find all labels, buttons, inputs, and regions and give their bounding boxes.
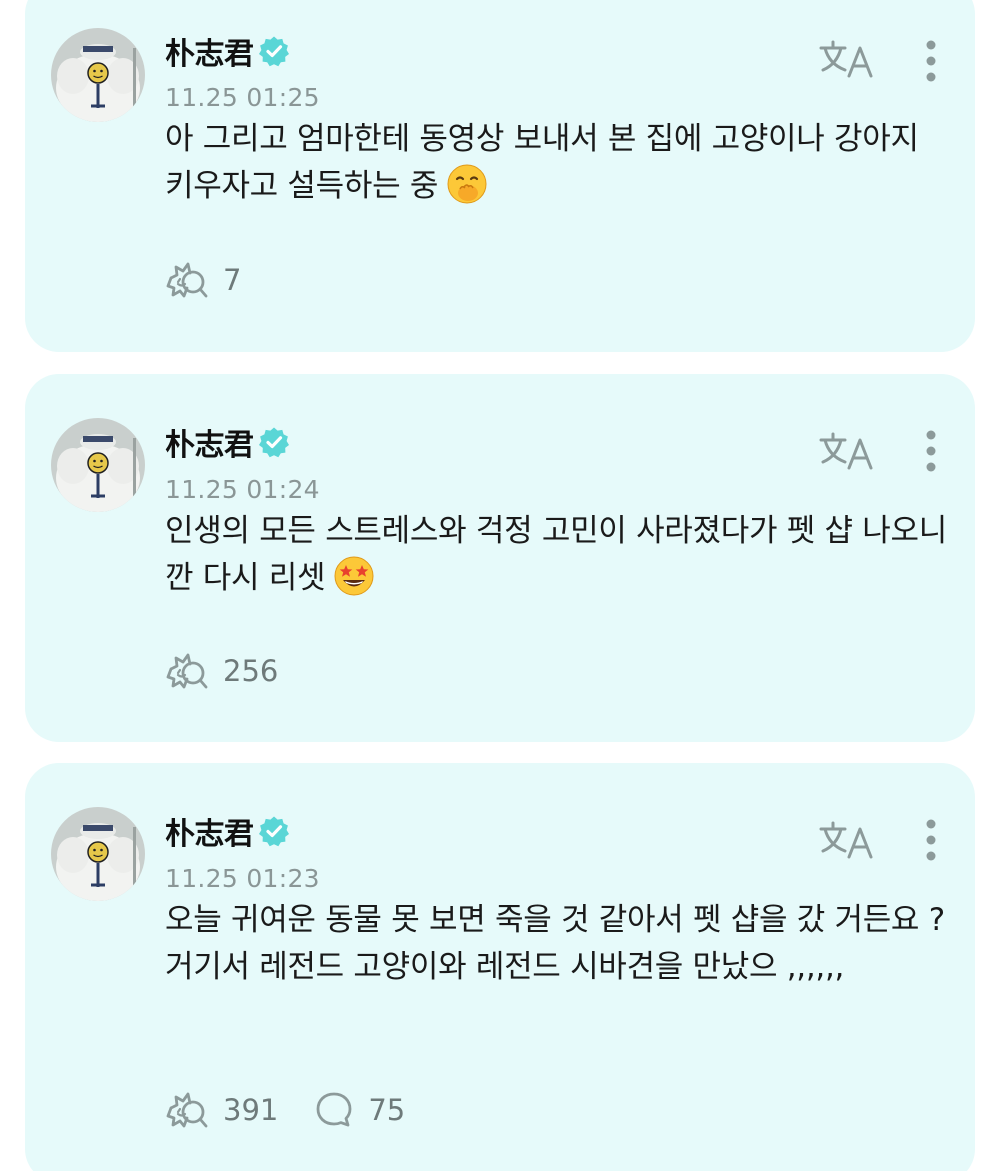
author-name[interactable]: 朴志君	[165, 29, 254, 73]
post-stats: 391 75	[165, 1088, 441, 1132]
post-timestamp: 11.25 01:25	[165, 83, 320, 112]
like-button[interactable]: 256	[165, 651, 278, 691]
star-struck-face-icon	[334, 556, 374, 596]
like-button[interactable]: 391	[165, 1090, 278, 1130]
post-card[interactable]: 朴志君 11.25 01:24 인생의 모든 스트레스와 걱정 고민이 사라졌다…	[25, 374, 975, 742]
translate-icon[interactable]	[819, 430, 875, 472]
comment-button[interactable]: 75	[314, 1090, 405, 1130]
like-button[interactable]: 7	[165, 260, 241, 300]
post-text-content: 오늘 귀여운 동물 못 보면 죽을 것 같아서 펫 샵을 갔 거든요 ? 거기서…	[165, 902, 955, 985]
like-count: 256	[223, 654, 279, 688]
translate-icon[interactable]	[819, 819, 875, 861]
post-timestamp: 11.25 01:23	[165, 864, 320, 893]
like-icon	[166, 1092, 208, 1128]
post-text: 인생의 모든 스트레스와 걱정 고민이 사라졌다가 펫 샵 나오니깐 다시 리셋	[165, 508, 955, 602]
author-row: 朴志君	[165, 809, 290, 853]
author-row: 朴志君	[165, 29, 290, 73]
post-text: 오늘 귀여운 동물 못 보면 죽을 것 같아서 펫 샵을 갔 거든요 ? 거기서…	[165, 897, 955, 991]
post-stats: 7	[165, 258, 277, 302]
post-card[interactable]: 朴志君 11.25 01:23 오늘 귀여운 동물 못 보면 죽을 것 같아서 …	[25, 763, 975, 1171]
more-options-icon[interactable]	[923, 428, 939, 474]
avatar[interactable]	[51, 807, 145, 901]
post-text: 아 그리고 엄마한테 동영상 보내서 본 집에 고양이나 강아지 키우자고 설득…	[165, 116, 955, 210]
author-name[interactable]: 朴志君	[165, 420, 254, 464]
post-timestamp: 11.25 01:24	[165, 475, 320, 504]
more-options-icon[interactable]	[923, 38, 939, 84]
face-with-hand-over-mouth-icon	[447, 164, 487, 204]
author-row: 朴志君	[165, 420, 290, 464]
post-text-content: 인생의 모든 스트레스와 걱정 고민이 사라졌다가 펫 샵 나오니깐 다시 리셋	[165, 513, 947, 596]
verified-badge-icon	[258, 36, 289, 67]
post-text-content: 아 그리고 엄마한테 동영상 보내서 본 집에 고양이나 강아지 키우자고 설득…	[165, 121, 929, 204]
comment-icon	[316, 1092, 352, 1127]
comment-count: 75	[368, 1093, 406, 1127]
like-icon	[166, 262, 208, 298]
verified-badge-icon	[258, 816, 289, 847]
post-card[interactable]: 朴志君 11.25 01:25 아 그리고 엄마한테 동영상 보내서 본 집에 …	[25, 0, 975, 352]
like-count: 391	[223, 1093, 279, 1127]
avatar[interactable]	[51, 28, 145, 122]
more-options-icon[interactable]	[923, 817, 939, 863]
avatar[interactable]	[51, 418, 145, 512]
verified-badge-icon	[258, 427, 289, 458]
like-count: 7	[223, 263, 242, 297]
like-icon	[166, 653, 208, 689]
post-stats: 256	[165, 649, 314, 693]
author-name[interactable]: 朴志君	[165, 809, 254, 853]
translate-icon[interactable]	[819, 38, 875, 80]
post-feed: 朴志君 11.25 01:25 아 그리고 엄마한테 동영상 보내서 본 집에 …	[0, 0, 1000, 1171]
